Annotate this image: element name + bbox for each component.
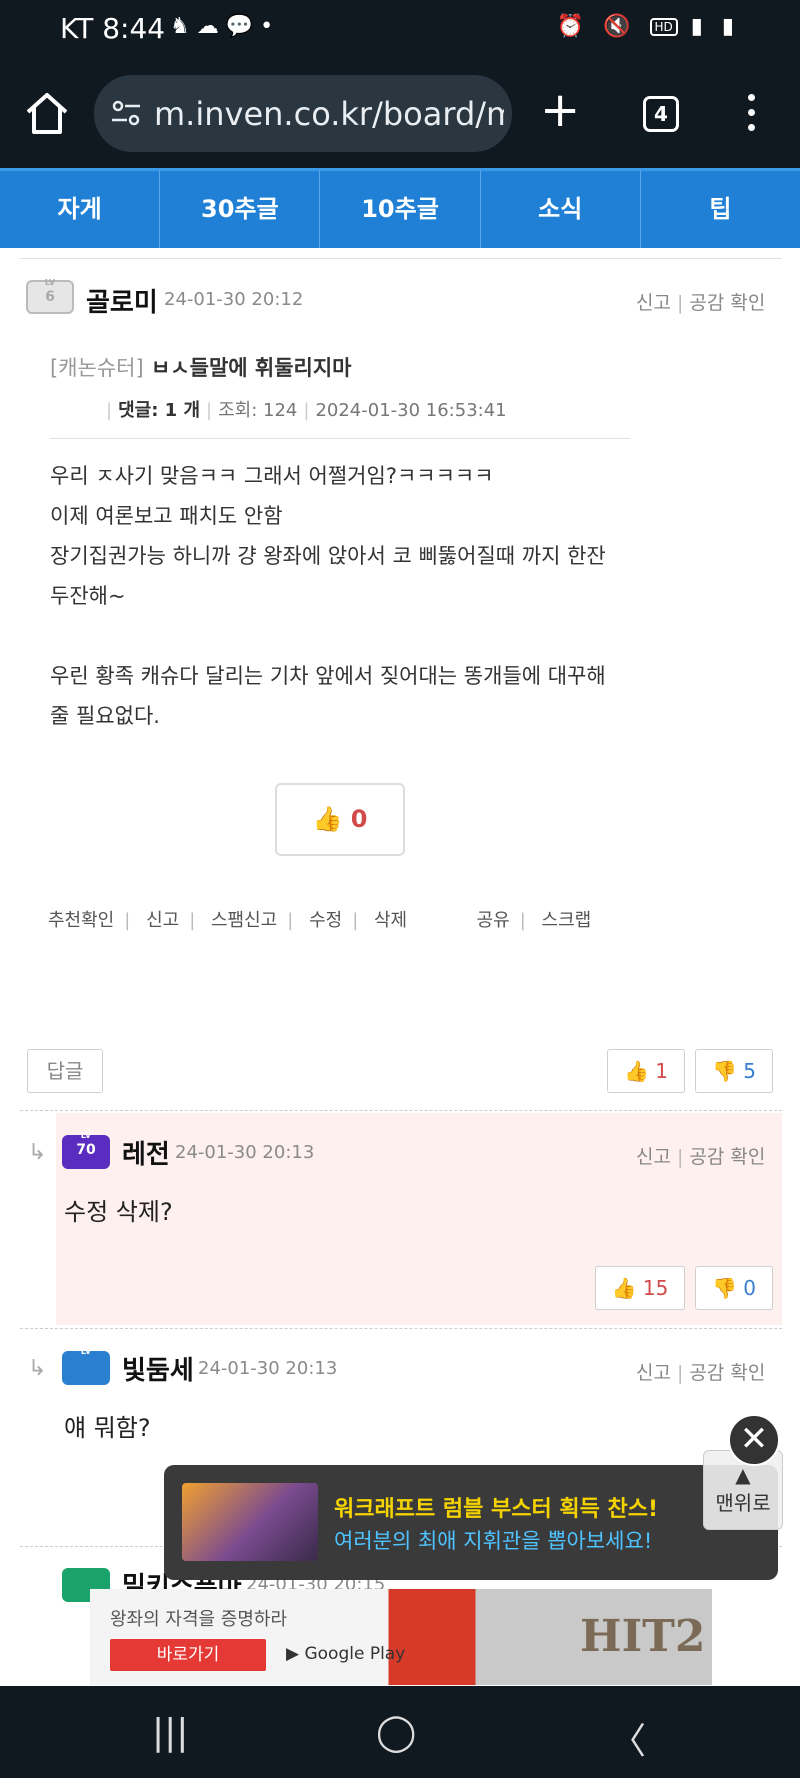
like-check-link[interactable]: 공감 확인 xyxy=(689,1362,765,1384)
scrap-link[interactable]: 스크랩 xyxy=(542,910,592,931)
post-body-line: 줄 필요없다. xyxy=(50,704,160,728)
comment-report-links: 신고 | 공감 확인 xyxy=(636,1146,766,1168)
report-link[interactable]: 신고 xyxy=(636,292,671,314)
post-body-line: 우린 황족 캐슈다 달리는 기차 앞에서 짖어대는 똥개들에 대꾸해 xyxy=(50,664,606,688)
quoted-datetime: 2024-01-30 16:53:41 xyxy=(315,400,507,421)
ad-subline[interactable]: 여러분의 최애 지휘관을 뽑아보세요! xyxy=(334,1525,652,1555)
close-icon[interactable]: ✕ xyxy=(728,1414,780,1466)
system-navbar: ||| ◯ 〈 xyxy=(0,1686,800,1778)
level-badge: LV 70 xyxy=(62,1131,110,1169)
report-link[interactable]: 신고 xyxy=(146,910,179,931)
ad-headline[interactable]: 워크래프트 럼블 부스터 획득 찬스! xyxy=(334,1491,658,1523)
google-play-badge[interactable]: ▶ Google Play xyxy=(286,1644,405,1664)
comment-report-links: 신고 | 공감 확인 xyxy=(636,1362,766,1384)
url-bar[interactable]: m.inven.co.kr/board/m xyxy=(94,75,512,152)
signal-icon: ▮ xyxy=(690,14,709,39)
downvote-button[interactable]: 👎 5 xyxy=(695,1049,773,1093)
tab-30-recommended[interactable]: 30추글 xyxy=(160,171,321,248)
board-nav: 자게 30추글 10추글 소식 팁 xyxy=(0,168,800,248)
hd-icon: HD xyxy=(649,18,678,36)
home-icon[interactable] xyxy=(22,88,72,138)
level-badge: LV xyxy=(62,1347,110,1385)
google-play-icon: ▶ xyxy=(286,1644,300,1664)
quote-divider xyxy=(50,438,630,439)
quoted-category: [캐논슈터] xyxy=(50,356,144,380)
post-body-line: 두잔해~ xyxy=(50,584,126,608)
report-link[interactable]: 신고 xyxy=(636,1362,671,1384)
post-date: 24-01-30 20:12 xyxy=(164,289,304,310)
tab-news[interactable]: 소식 xyxy=(481,171,641,248)
post-author[interactable]: 골로미 xyxy=(86,282,158,319)
quoted-comment-count: 댓글: 1 개 xyxy=(118,400,201,421)
comment-date: 24-01-30 20:13 xyxy=(198,1358,338,1379)
scroll-top-label: 맨위로 xyxy=(715,1491,771,1515)
reply-button[interactable]: 답글 xyxy=(27,1049,103,1093)
mute-icon: 🔇 xyxy=(603,14,637,39)
quoted-post-title[interactable]: [캐논슈터] ㅂㅅ들말에 휘둘리지마 xyxy=(50,352,352,382)
recent-apps-icon[interactable]: ||| xyxy=(152,1712,188,1753)
ad-image xyxy=(182,1483,318,1561)
level-badge: LV 6 xyxy=(26,278,74,314)
thumbs-up-icon: 👍 xyxy=(624,1059,649,1083)
alarm-icon: ⏰ xyxy=(556,14,591,39)
system-status-icons: ⏰ 🔇 HD ▮ ▮ xyxy=(557,14,740,39)
new-tab-icon[interactable]: + xyxy=(540,86,580,134)
divider xyxy=(20,1328,782,1329)
like-check-link[interactable]: 공감 확인 xyxy=(689,1146,765,1168)
home-icon[interactable]: ◯ xyxy=(376,1712,416,1753)
quoted-views: 조회: 124 xyxy=(218,400,298,421)
more-menu-icon[interactable] xyxy=(748,94,758,134)
quoted-title: ㅂㅅ들말에 휘둘리지마 xyxy=(150,356,352,380)
comment-text: 수정 삭제? xyxy=(64,1198,173,1226)
comment-author[interactable]: 레전 xyxy=(122,1134,170,1171)
thumbs-up-icon: 👍 xyxy=(611,1276,637,1300)
banner-go-button[interactable]: 바로가기 xyxy=(110,1639,266,1671)
recommend-count: 0 xyxy=(350,805,368,833)
upvote-button[interactable]: 👍 1 xyxy=(607,1049,685,1093)
status-time: KT 8:44 xyxy=(60,12,166,45)
spam-report-link[interactable]: 스팸신고 xyxy=(211,910,277,931)
comment-author[interactable]: 빛둠세 xyxy=(122,1350,194,1387)
battery-icon: ▮ xyxy=(721,14,740,39)
ad-popup[interactable]: 워크래프트 럼블 부스터 획득 찬스! 여러분의 최애 지휘관을 뽑아보세요! xyxy=(164,1465,778,1580)
like-check-link[interactable]: 공감 확인 xyxy=(689,292,765,314)
site-settings-icon[interactable] xyxy=(110,97,142,129)
recommend-button[interactable]: 👍 0 xyxy=(275,783,405,856)
tab-tips[interactable]: 팁 xyxy=(641,171,800,248)
thumbs-down-icon: 👎 xyxy=(712,1059,737,1083)
downvote-button[interactable]: 👎 0 xyxy=(695,1266,773,1310)
comment-date: 24-01-30 20:13 xyxy=(175,1142,315,1163)
notification-icons: ♞ ☁ 💬 • xyxy=(170,14,274,39)
reco-check-link[interactable]: 추천확인 xyxy=(48,910,114,931)
url-text[interactable]: m.inven.co.kr/board/m xyxy=(154,95,504,133)
tab-free-board[interactable]: 자게 xyxy=(0,171,161,248)
banner-ad[interactable]: 왕좌의 자격을 증명하라 바로가기 ▶ Google Play HIT2 xyxy=(90,1589,712,1685)
arrow-up-icon: ▲ xyxy=(735,1463,751,1487)
divider xyxy=(20,1110,782,1111)
divider xyxy=(20,258,782,259)
tab-10-recommended[interactable]: 10추글 xyxy=(320,171,481,248)
edit-link[interactable]: 수정 xyxy=(309,910,342,931)
post-body-line: 우리 ㅈ사기 맞음ㅋㅋ 그래서 어쩔거임?ㅋㅋㅋㅋㅋ xyxy=(50,464,494,488)
comment-text: 얘 뭐함? xyxy=(64,1414,151,1442)
upvote-button[interactable]: 👍 15 xyxy=(595,1266,685,1310)
post-body-line: 장기집권가능 하니까 걍 왕좌에 앉아서 코 삐뚫어질때 까지 한잔 xyxy=(50,544,606,568)
reply-arrow-icon: ↳ xyxy=(28,1356,47,1381)
reply-arrow-icon: ↳ xyxy=(28,1140,47,1165)
post-actions: 추천확인 | 신고 | 스팸신고 | 수정 | 삭제 공유 | 스크랩 xyxy=(48,910,592,931)
tab-switcher-button[interactable]: 4 xyxy=(643,96,679,132)
report-link[interactable]: 신고 xyxy=(636,1146,671,1168)
game-logo: HIT2 xyxy=(580,1611,706,1662)
share-link[interactable]: 공유 xyxy=(477,910,510,931)
quoted-post-meta: | 댓글: 1 개 | 조회: 124 | 2024-01-30 16:53:41 xyxy=(106,400,507,421)
delete-link[interactable]: 삭제 xyxy=(374,910,407,931)
back-icon[interactable]: 〈 xyxy=(610,1712,646,1764)
banner-text: 왕좌의 자격을 증명하라 xyxy=(110,1609,288,1630)
browser-topbar: KT 8:44 ♞ ☁ 💬 • ⏰ 🔇 HD ▮ ▮ m.inven.co.kr… xyxy=(0,0,800,168)
thumbs-down-icon: 👎 xyxy=(712,1276,737,1300)
post-body-line: 이제 여론보고 패치도 안함 xyxy=(50,504,283,528)
post-report-links: 신고 | 공감 확인 xyxy=(636,292,766,314)
thumbs-up-icon: 👍 xyxy=(312,805,343,833)
